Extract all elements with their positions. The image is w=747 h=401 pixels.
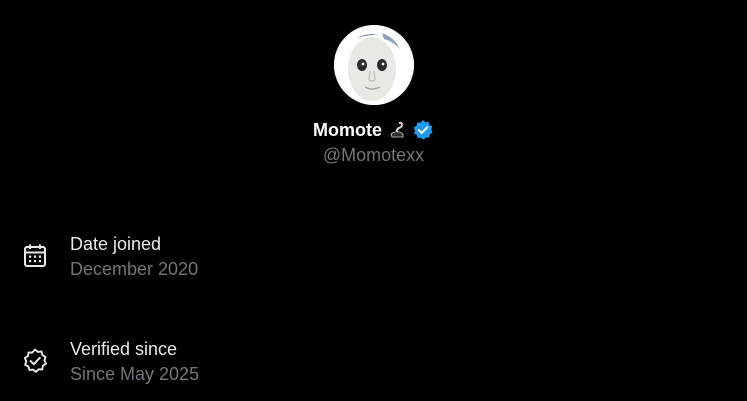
verified-since-value: Since May 2025	[70, 364, 200, 384]
verified-since-row: Verified since Since May 2025	[22, 337, 199, 387]
profile-header: Momote @Momotexx	[0, 25, 747, 166]
date-joined-text: Date joined December 2020	[70, 232, 198, 282]
calendar-icon	[24, 244, 46, 267]
name-row: Momote	[313, 117, 434, 143]
verified-since-label: Verified since	[70, 339, 178, 359]
user-handle: @Momotexx	[322, 145, 425, 165]
date-joined-value: December 2020	[70, 259, 199, 279]
display-name: Momote	[313, 119, 382, 140]
black-swan-emoji-icon	[390, 121, 405, 138]
verified-since-text: Verified since Since May 2025	[70, 337, 199, 387]
date-joined-row: Date joined December 2020	[22, 232, 198, 282]
verified-check-icon	[23, 348, 47, 373]
avatar[interactable]	[333, 25, 414, 105]
verified-badge-icon[interactable]	[412, 119, 434, 141]
about-account-page: Momote @Momotexx Date joined December 20…	[0, 0, 747, 401]
date-joined-label: Date joined	[70, 234, 162, 254]
